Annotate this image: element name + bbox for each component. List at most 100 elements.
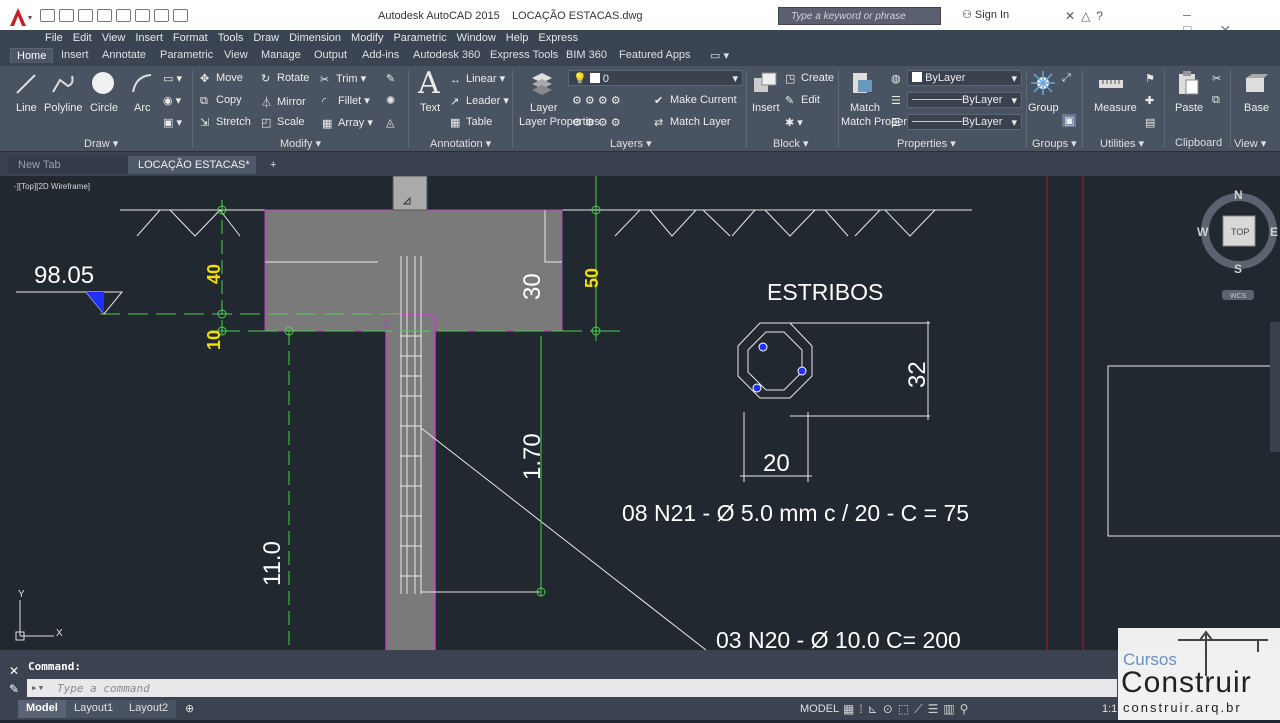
- redo-icon[interactable]: [154, 9, 169, 22]
- line-button[interactable]: Line: [16, 102, 37, 114]
- menu-modify[interactable]: Modify: [351, 30, 393, 46]
- id-point-icon[interactable]: ✚: [1145, 94, 1154, 107]
- minimize-icon[interactable]: –: [1183, 6, 1219, 22]
- transparency-icon[interactable]: ▥: [943, 702, 959, 716]
- menu-dimension[interactable]: Dimension: [289, 30, 351, 46]
- layer-properties-label-1[interactable]: Layer: [530, 102, 558, 114]
- array-button[interactable]: ▦ Array ▾: [322, 116, 373, 130]
- tab-featured-apps[interactable]: Featured Apps: [619, 49, 691, 61]
- tab-autodesk-360[interactable]: Autodesk 360: [413, 49, 480, 61]
- copy-button[interactable]: ⧉ Copy: [200, 94, 242, 107]
- insert-button[interactable]: Insert: [752, 102, 780, 114]
- dim-30[interactable]: 30: [519, 273, 546, 300]
- quick-select-icon[interactable]: ⚑: [1145, 72, 1155, 85]
- viewcube-south[interactable]: S: [1234, 262, 1242, 276]
- menu-express[interactable]: Express: [538, 30, 588, 46]
- menu-file[interactable]: File: [45, 30, 73, 46]
- trim-button[interactable]: ✂ Trim ▾: [320, 72, 366, 86]
- ribbon-options-icon[interactable]: ▭ ▾: [710, 49, 729, 62]
- circle-button[interactable]: Circle: [90, 102, 118, 114]
- tab-home[interactable]: Home: [10, 48, 54, 63]
- annotation-panel-title[interactable]: Annotation ▾: [430, 137, 491, 150]
- block-attributes-icon[interactable]: ✱ ▾: [785, 116, 803, 129]
- make-current-button[interactable]: ✔ Make Current: [654, 94, 737, 107]
- stretch-button[interactable]: ⇲ Stretch: [200, 116, 251, 129]
- grid-icon[interactable]: ▦: [843, 702, 859, 716]
- osnap-icon[interactable]: ⬚: [898, 702, 914, 716]
- arc-button[interactable]: Arc: [134, 102, 151, 114]
- tab-bim-360[interactable]: BIM 360: [566, 49, 607, 61]
- model-space-toggle[interactable]: MODEL: [800, 703, 839, 715]
- clipboard-panel-title[interactable]: Clipboard: [1175, 137, 1222, 149]
- menu-edit[interactable]: Edit: [73, 30, 102, 46]
- viewcube-top[interactable]: TOP: [1231, 227, 1249, 237]
- explode-icon[interactable]: ✺: [386, 94, 395, 107]
- scale-button[interactable]: ◰ Scale: [261, 116, 305, 129]
- match-properties-label-1[interactable]: Match: [850, 102, 880, 114]
- a360-icon[interactable]: △: [1081, 9, 1096, 23]
- stirrup-spec[interactable]: 08 N21 - Ø 5.0 mm c / 20 - C = 75: [622, 500, 969, 526]
- menu-draw[interactable]: Draw: [253, 30, 289, 46]
- layout-tab-layout1[interactable]: Layout1: [66, 700, 122, 718]
- exchange-icon[interactable]: ✕: [1065, 9, 1081, 23]
- tab-parametric[interactable]: Parametric: [160, 49, 213, 61]
- menu-help[interactable]: Help: [506, 30, 539, 46]
- add-layout-button[interactable]: ⊕: [177, 700, 202, 718]
- copy-clip-icon[interactable]: ⧉: [1212, 94, 1220, 107]
- elevation-label[interactable]: 98.05: [34, 262, 94, 289]
- base-button[interactable]: Base: [1244, 102, 1269, 114]
- viewcube-north[interactable]: N: [1234, 188, 1243, 202]
- help-icon[interactable]: ?: [1096, 9, 1109, 23]
- erase-icon[interactable]: ✎: [386, 72, 395, 85]
- menu-insert[interactable]: Insert: [135, 30, 173, 46]
- menu-format[interactable]: Format: [173, 30, 218, 46]
- snap-icon[interactable]: ⁞: [859, 702, 867, 716]
- tab-add-ins[interactable]: Add-ins: [362, 49, 399, 61]
- leader-button[interactable]: ↗ Leader ▾: [450, 94, 509, 108]
- sign-in-button[interactable]: ⚇ Sign In: [962, 8, 1009, 21]
- drawing-canvas[interactable]: 98.05 40 10 50 30 1.70 11.0 ESTRIBOS 32 …: [0, 176, 1280, 650]
- polyline-button[interactable]: Polyline: [44, 102, 83, 114]
- viewcube-west[interactable]: W: [1197, 225, 1209, 239]
- annotation-scale[interactable]: 1:1: [1102, 703, 1117, 715]
- layers-panel-title[interactable]: Layers ▾: [610, 137, 652, 150]
- layer-dropdown[interactable]: 💡 0 ▾: [568, 70, 743, 86]
- dim-50[interactable]: 50: [582, 268, 602, 288]
- menu-parametric[interactable]: Parametric: [393, 30, 456, 46]
- wcs-label[interactable]: WCS: [1230, 293, 1247, 300]
- pile-cap[interactable]: [264, 209, 563, 332]
- block-panel-title[interactable]: Block ▾: [773, 137, 808, 150]
- move-button[interactable]: ✥ Move: [200, 72, 243, 85]
- dim-11-0[interactable]: 11.0: [259, 541, 286, 586]
- linetype-dropdown[interactable]: ByLayer ▾: [907, 92, 1022, 108]
- bar-spec[interactable]: 03 N20 - Ø 10.0 C= 200: [716, 627, 961, 650]
- dim-40[interactable]: 40: [204, 264, 224, 284]
- autocad-logo-icon[interactable]: [6, 6, 34, 28]
- annotation-scale-icon[interactable]: ⚲: [960, 702, 974, 716]
- otrack-icon[interactable]: ⟋: [914, 702, 927, 716]
- new-icon[interactable]: [40, 9, 55, 22]
- utilities-panel-title[interactable]: Utilities ▾: [1100, 137, 1144, 150]
- dim-10[interactable]: 10: [204, 330, 224, 350]
- tab-insert[interactable]: Insert: [61, 49, 89, 61]
- color-dropdown[interactable]: ByLayer ▾: [907, 70, 1022, 86]
- tab-manage[interactable]: Manage: [261, 49, 301, 61]
- offset-icon[interactable]: ◬: [386, 116, 394, 129]
- hatch-icon[interactable]: ◉ ▾: [163, 94, 181, 107]
- region-icon[interactable]: ▣ ▾: [163, 116, 182, 129]
- elevation-marker[interactable]: [16, 291, 124, 315]
- layout-tab-model[interactable]: Model: [18, 700, 66, 718]
- menu-view[interactable]: View: [102, 30, 136, 46]
- tab-annotate[interactable]: Annotate: [102, 49, 146, 61]
- viewport-controls[interactable]: -][Top][2D Wireframe]: [14, 182, 90, 191]
- create-block-button[interactable]: ◳ Create: [785, 72, 834, 85]
- rectangle-icon[interactable]: ▭ ▾: [163, 72, 182, 85]
- estribos-title[interactable]: ESTRIBOS: [767, 279, 883, 305]
- tab-express-tools[interactable]: Express Tools: [490, 49, 558, 61]
- dim-20[interactable]: 20: [763, 450, 790, 477]
- tab-view[interactable]: View: [224, 49, 248, 61]
- calculator-icon[interactable]: ▤: [1145, 116, 1155, 129]
- layout-tab-layout2[interactable]: Layout2: [121, 700, 177, 718]
- search-input[interactable]: Type a keyword or phrase: [778, 7, 941, 25]
- ortho-icon[interactable]: ⊾: [868, 702, 883, 716]
